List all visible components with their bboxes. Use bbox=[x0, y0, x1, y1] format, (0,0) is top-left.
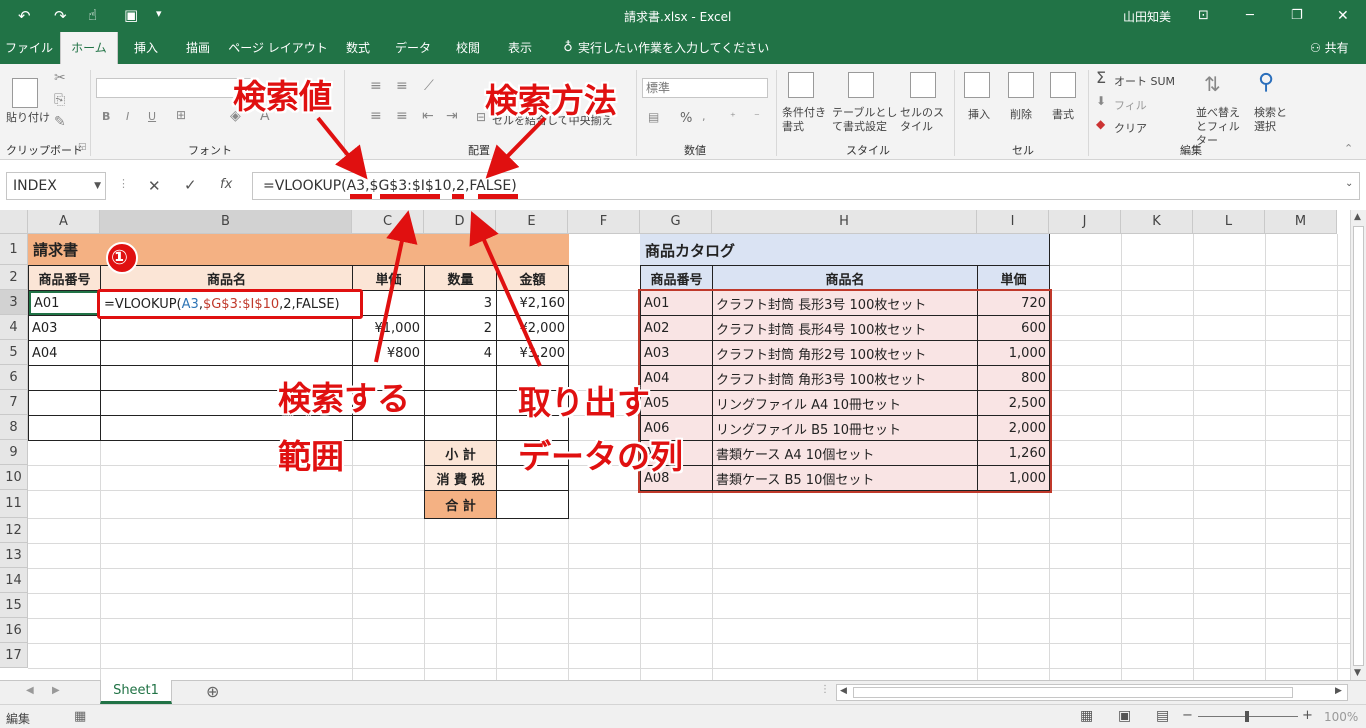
underline-col bbox=[452, 194, 464, 199]
annotation-range-2: 範囲 bbox=[278, 437, 344, 476]
underline-false bbox=[478, 194, 518, 199]
macro-record-icon[interactable]: ▦ bbox=[74, 709, 86, 724]
sheet-tab-bar: ◀ ▶ Sheet1 ⊕ ⋮ ◀ ▶ bbox=[0, 680, 1366, 704]
zoom-out-icon[interactable]: − bbox=[1182, 708, 1193, 723]
annotation-column-2: データの列 bbox=[518, 437, 683, 476]
horizontal-scroll-thumb[interactable] bbox=[853, 687, 1293, 698]
page-break-view-icon[interactable]: ▤ bbox=[1156, 708, 1169, 724]
sheet-tab-sheet1[interactable]: Sheet1 bbox=[100, 680, 172, 704]
normal-view-icon[interactable]: ▦ bbox=[1080, 708, 1093, 724]
annotation-match-type: 検索方法 bbox=[485, 81, 617, 120]
arrow-lookup-value bbox=[316, 116, 368, 180]
annotation-arrows bbox=[106, 116, 547, 367]
underline-range bbox=[380, 194, 440, 199]
zoom-in-icon[interactable]: + bbox=[1302, 708, 1313, 723]
annotation-step: ① bbox=[111, 245, 128, 269]
add-sheet-icon[interactable]: ⊕ bbox=[206, 682, 219, 701]
underline-a3 bbox=[350, 194, 372, 199]
zoom-slider-thumb[interactable] bbox=[1245, 711, 1249, 722]
horizontal-scrollbar[interactable]: ◀ ▶ bbox=[836, 684, 1348, 701]
annotation-lookup-value: 検索値 bbox=[233, 77, 332, 116]
annotation-range-1: 検索する bbox=[278, 379, 410, 418]
zoom-level[interactable]: 100% bbox=[1324, 710, 1358, 724]
next-sheet-icon[interactable]: ▶ bbox=[52, 685, 60, 696]
scroll-left-icon[interactable]: ◀ bbox=[840, 686, 847, 696]
arrow-range bbox=[374, 210, 418, 363]
page-layout-view-icon[interactable]: ▣ bbox=[1118, 708, 1131, 724]
prev-sheet-icon[interactable]: ◀ bbox=[26, 685, 34, 696]
status-bar: 編集 ▦ ▦ ▣ ▤ − + 100% bbox=[0, 704, 1366, 728]
status-mode: 編集 bbox=[6, 712, 31, 726]
arrow-match-type bbox=[485, 116, 547, 179]
tab-splitter-icon[interactable]: ⋮ bbox=[820, 684, 830, 695]
annotation-column-1: 取り出す bbox=[518, 383, 650, 422]
arrow-column bbox=[469, 211, 542, 367]
scroll-right-icon[interactable]: ▶ bbox=[1335, 686, 1342, 696]
